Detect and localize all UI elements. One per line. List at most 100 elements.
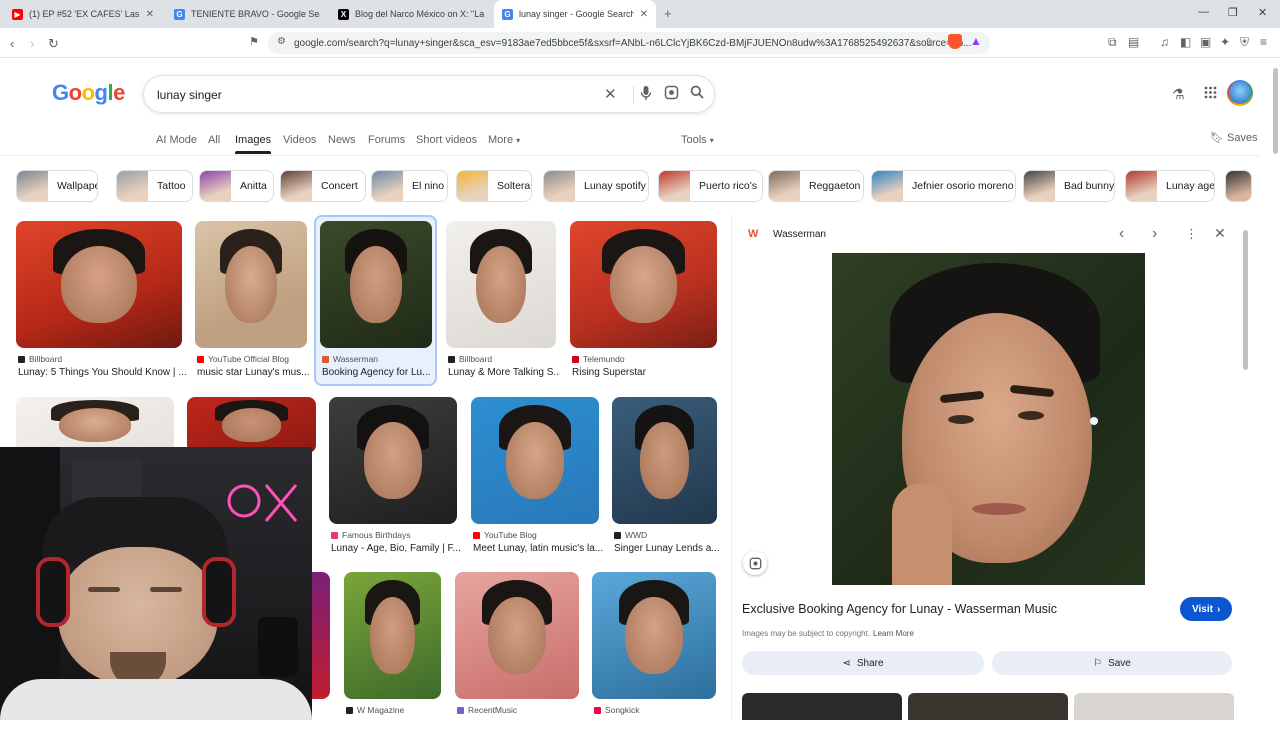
learn-more-link[interactable]: Learn More	[873, 629, 914, 638]
result-title[interactable]: Singer Lunay Lends a...	[614, 543, 721, 554]
site-settings-icon[interactable]: ⚙	[277, 36, 286, 47]
tab-images[interactable]: Images	[235, 134, 272, 154]
related-search-chip[interactable]: Puerto rico's	[658, 170, 763, 202]
close-tab-icon[interactable]: ✕	[640, 9, 648, 20]
related-search-chip[interactable]: Lunay spotify	[543, 170, 649, 202]
result-title[interactable]: Rising Superstar	[572, 367, 721, 378]
related-search-chip[interactable]: Soltera	[456, 170, 532, 202]
result-thumbnail[interactable]	[570, 221, 717, 348]
related-search-chip[interactable]: Reggaeton	[768, 170, 864, 202]
minimize-button[interactable]: —	[1198, 6, 1209, 18]
image-result[interactable]: WWD Singer Lunay Lends a...	[612, 397, 720, 560]
panel-source[interactable]: Wasserman	[773, 229, 826, 240]
browser-tab-blog[interactable]: X Blog del Narco México on X: "La histo	[330, 0, 492, 28]
tools-button[interactable]: Tools ▾	[681, 134, 714, 146]
related-search-chip[interactable]: El nino	[371, 170, 448, 202]
search-icon[interactable]	[690, 85, 704, 102]
related-thumb[interactable]	[1074, 693, 1234, 720]
result-source[interactable]: RecentMusic	[457, 705, 517, 715]
result-source[interactable]: Billboard	[18, 354, 62, 364]
result-title[interactable]: Lunay & More Talking S...	[448, 367, 560, 378]
saves-button[interactable]: 🔖︎ Saves	[1210, 131, 1258, 144]
panel-scrollbar[interactable]	[1243, 230, 1248, 370]
related-search-chip[interactable]: Bad bunny	[1023, 170, 1115, 202]
related-search-chip[interactable]: Concert	[280, 170, 366, 202]
extensions-icon[interactable]: ⧉	[1108, 35, 1117, 50]
image-result[interactable]: YouTube Blog Meet Lunay, latin music's la…	[471, 397, 603, 560]
share-button[interactable]: ⋖ Share	[742, 651, 984, 675]
maximize-button[interactable]: ❐	[1228, 6, 1238, 19]
search-input[interactable]	[157, 85, 577, 105]
related-search-chip[interactable]: Anitta	[199, 170, 274, 202]
image-result[interactable]: Wasserman Booking Agency for Lu...	[320, 221, 432, 384]
browser-tab-active[interactable]: G lunay singer - Google Search ✕	[494, 0, 656, 28]
result-thumbnail[interactable]	[329, 397, 457, 524]
tab-ai-mode[interactable]: AI Mode	[156, 134, 197, 146]
tab-videos[interactable]: Videos	[283, 134, 316, 146]
result-source[interactable]: Songkick	[594, 705, 640, 715]
result-thumbnail[interactable]	[16, 397, 174, 453]
next-image-icon[interactable]: ›	[1152, 225, 1157, 243]
forward-icon[interactable]: ›	[30, 36, 34, 51]
related-search-chip[interactable]: Wallpaper	[16, 170, 98, 202]
apps-grid-icon[interactable]	[1204, 86, 1217, 104]
clear-icon[interactable]: ✕	[604, 85, 617, 103]
related-thumb[interactable]	[908, 693, 1068, 720]
result-source[interactable]: YouTube Official Blog	[197, 354, 289, 364]
image-result[interactable]: YouTube Official Blog music star Lunay's …	[195, 221, 310, 384]
browser-tab-teniente[interactable]: G TENIENTE BRAVO - Google Search	[166, 0, 328, 28]
close-panel-icon[interactable]: ✕	[1214, 225, 1226, 242]
result-thumbnail[interactable]	[592, 572, 716, 699]
result-source[interactable]: Wasserman	[322, 354, 378, 364]
preview-image[interactable]	[832, 253, 1145, 585]
result-source[interactable]: WWD	[614, 530, 647, 540]
image-result[interactable]: Songkick	[592, 572, 716, 735]
music-icon[interactable]: ♫	[1160, 35, 1169, 49]
image-result[interactable]: Billboard Lunay & More Talking S...	[446, 221, 560, 384]
lens-search-button[interactable]	[743, 551, 767, 575]
result-source[interactable]: W Magazine	[346, 705, 404, 715]
close-window-button[interactable]: ✕	[1258, 6, 1267, 19]
result-thumbnail[interactable]	[187, 397, 316, 453]
image-result[interactable]: Billboard Lunay: 5 Things You Should Know…	[16, 221, 186, 384]
image-result[interactable]: Telemundo Rising Superstar	[570, 221, 717, 384]
save-button[interactable]: ⚐ Save	[992, 651, 1232, 675]
result-title[interactable]: Lunay: 5 Things You Should Know | ...	[18, 367, 186, 378]
tab-news[interactable]: News	[328, 134, 356, 146]
result-title[interactable]: music star Lunay's mus...	[197, 367, 311, 378]
related-search-chip[interactable]: Lunay age	[1125, 170, 1215, 202]
vpn-icon[interactable]: ⛨	[1240, 35, 1249, 50]
brave-shields-icon[interactable]	[948, 34, 962, 49]
result-source[interactable]: Famous Birthdays	[331, 530, 411, 540]
related-search-chip[interactable]: Jefnier osorio moreno	[871, 170, 1016, 202]
labs-flask-icon[interactable]: ⚗	[1172, 86, 1185, 103]
share-page-icon[interactable]: ⇪	[924, 36, 933, 49]
microphone-icon[interactable]	[640, 85, 652, 104]
result-thumbnail[interactable]	[471, 397, 599, 524]
result-thumbnail[interactable]	[344, 572, 441, 699]
result-thumbnail[interactable]	[446, 221, 556, 348]
result-source[interactable]: Telemundo	[572, 354, 625, 364]
brave-rewards-icon[interactable]: ▲	[970, 34, 982, 48]
tab-more[interactable]: More ▾	[488, 134, 520, 146]
tab-all[interactable]: All	[208, 134, 220, 146]
result-source[interactable]: YouTube Blog	[473, 530, 537, 540]
page-scrollbar[interactable]	[1273, 68, 1278, 154]
result-source[interactable]: Billboard	[448, 354, 492, 364]
tab-short-videos[interactable]: Short videos	[416, 134, 477, 146]
panel-title[interactable]: Exclusive Booking Agency for Lunay - Was…	[742, 602, 1057, 616]
result-thumbnail[interactable]	[320, 221, 432, 348]
visit-button[interactable]: Visit ›	[1180, 597, 1233, 621]
back-icon[interactable]: ‹	[10, 36, 14, 51]
menu-icon[interactable]: ≡	[1260, 35, 1267, 49]
image-result[interactable]: Famous Birthdays Lunay - Age, Bio, Family…	[329, 397, 461, 560]
result-thumbnail[interactable]	[195, 221, 307, 348]
more-options-icon[interactable]: ⋮	[1185, 226, 1198, 242]
tab-forums[interactable]: Forums	[368, 134, 405, 146]
result-thumbnail-partial[interactable]	[312, 572, 330, 699]
result-thumbnail[interactable]	[612, 397, 717, 524]
related-thumb[interactable]	[742, 693, 902, 720]
bookmark-icon[interactable]: ⚑	[249, 35, 259, 48]
account-avatar[interactable]	[1227, 80, 1253, 106]
result-title[interactable]: Lunay - Age, Bio, Family | F...	[331, 543, 461, 554]
